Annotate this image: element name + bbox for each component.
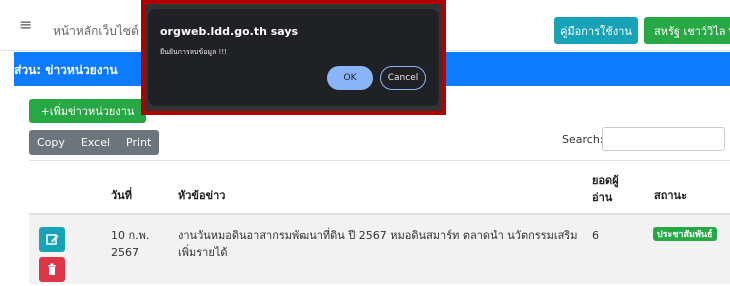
- section-title: ส่วน: ข่าวหน่วยงาน: [14, 63, 118, 77]
- row-date-line1: 10 ก.พ.: [111, 229, 150, 242]
- trash-icon: [48, 263, 56, 275]
- delete-button[interactable]: [39, 257, 65, 282]
- row-date-line2: 2567: [111, 246, 139, 259]
- user-menu-button[interactable]: สหรัฐ เชาว์วิไล▾: [644, 17, 730, 44]
- excel-button[interactable]: Excel: [73, 130, 118, 155]
- home-link[interactable]: หน้าหลักเว็บไซต์: [53, 22, 139, 41]
- row-title: งานวันหมอดินอาสากรมพัฒนาที่ดิน ปี 2567 ห…: [178, 227, 583, 261]
- edit-button[interactable]: [39, 227, 65, 252]
- row-views: 6: [592, 229, 599, 242]
- dialog-message: ยืนยันการลบข้อมูล !!!: [160, 48, 227, 56]
- row-title-line2: เพิ่มรายได้: [178, 246, 228, 259]
- export-button-group: Copy Excel Print: [29, 130, 160, 155]
- column-header-views-line2: อ่าน: [592, 191, 613, 204]
- row-title-line1: งานวันหมอดินอาสากรมพัฒนาที่ดิน ปี 2567 ห…: [178, 229, 578, 242]
- user-manual-button[interactable]: คู่มือการใช้งาน: [554, 17, 638, 44]
- print-button[interactable]: Print: [118, 130, 159, 155]
- search-input[interactable]: [602, 127, 725, 151]
- ok-button[interactable]: OK: [327, 66, 373, 90]
- add-news-button[interactable]: +เพิ่มข่าวหน่วยงาน: [29, 99, 146, 123]
- column-header-views-line1: ยอดผู้: [592, 174, 619, 187]
- status-badge: ประชาสัมพันธ์: [653, 227, 717, 241]
- column-header-title[interactable]: หัวข้อข่าว: [178, 186, 225, 204]
- copy-button[interactable]: Copy: [29, 130, 73, 155]
- cancel-button[interactable]: Cancel: [380, 66, 426, 90]
- row-date: 10 ก.พ. 2567: [111, 227, 149, 261]
- user-name: สหรัฐ เชาว์วิไล: [654, 24, 726, 38]
- search-label: Search:: [562, 133, 604, 146]
- column-header-date[interactable]: วันที่: [111, 186, 132, 204]
- column-header-views[interactable]: ยอดผู้ อ่าน: [592, 172, 619, 206]
- column-header-status[interactable]: สถานะ: [654, 186, 687, 204]
- edit-icon: [46, 234, 59, 245]
- hamburger-icon[interactable]: ≡: [19, 17, 32, 33]
- dialog-title: orgweb.ldd.go.th says: [160, 25, 299, 38]
